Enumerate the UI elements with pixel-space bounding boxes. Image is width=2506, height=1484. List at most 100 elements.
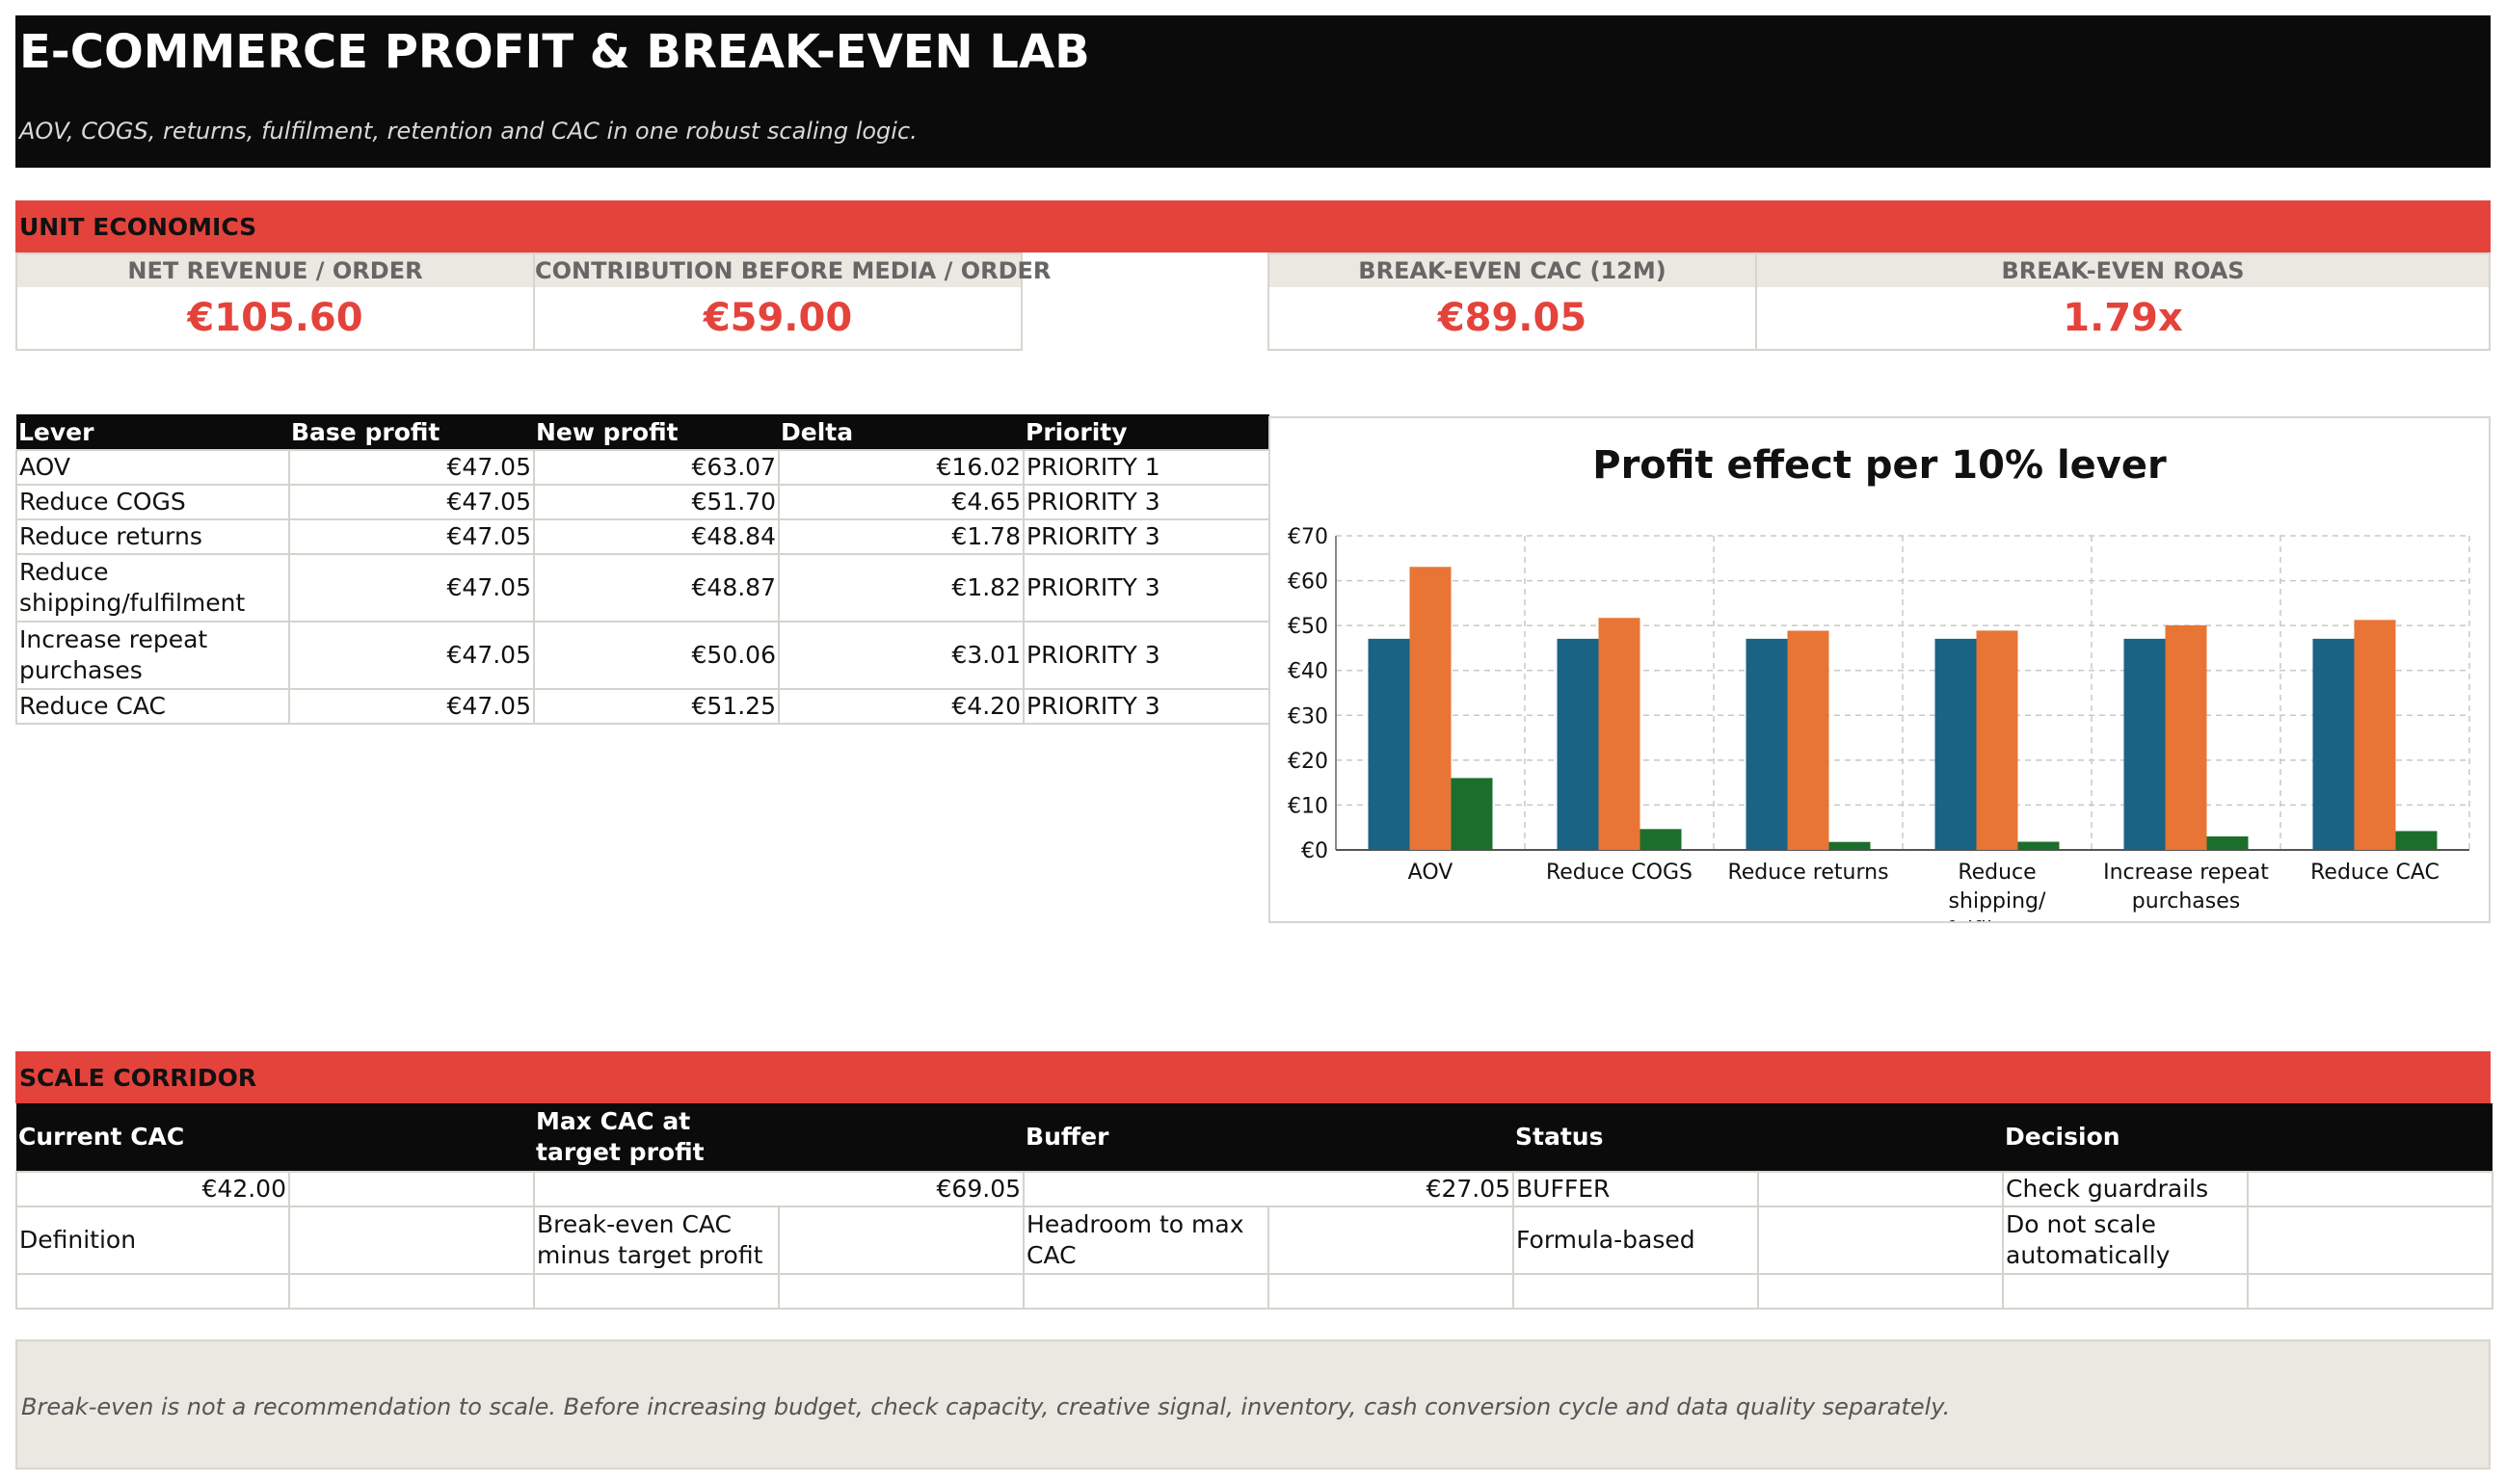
cell-priority[interactable]: PRIORITY 3 [1023,688,1270,725]
cell-decision-definition[interactable]: Do not scale automatically [2002,1206,2250,1275]
cell-status-definition[interactable]: Formula-based [1512,1206,1760,1275]
cell-empty[interactable] [1757,1273,2005,1310]
cell-lever[interactable]: AOV [15,449,290,486]
bar-series-2 [1976,630,2018,850]
profit-effect-chart: Profit effect per 10% lever €0 €10 €20 €30 €… [1268,416,2491,942]
table-row: Definition Break-even CAC minus target p… [15,1206,2494,1275]
bar-series-3 [1640,829,1682,850]
cell-empty[interactable] [287,1171,536,1207]
table-row: Reduce shipping/fulfilment €47.05 €48.87… [15,553,1270,623]
disclaimer-note: Break-even is not a recommendation to sc… [15,1339,2491,1470]
col-header-max-cac-label: Max CAC at target profit [536,1107,705,1166]
cell-max-cac-definition[interactable]: Break-even CAC minus target profit [533,1206,781,1275]
disclaimer-text: Break-even is not a recommendation to sc… [21,1393,1951,1420]
table-header-row: Current CAC Max CAC at target profit Buf… [16,1103,2493,1172]
scale-corridor-table: Current CAC Max CAC at target profit Buf… [15,1103,2494,1310]
kpi-break-even-cac: BREAK-EVEN CAC (12M) €89.05 [1267,252,1757,351]
cell-new-profit[interactable]: €51.70 [533,484,780,520]
kpi-net-revenue: NET REVENUE / ORDER €105.60 [15,252,535,351]
cell-buffer[interactable]: €27.05 [1023,1171,1515,1207]
cell-new-profit[interactable]: €63.07 [533,449,780,486]
section-scale-corridor: SCALE CORRIDOR [15,1051,2491,1103]
bar-series-1 [1746,638,1788,850]
col-header-buffer: Buffer [1024,1103,1514,1172]
cell-buffer-definition[interactable]: Headroom to max CAC [1023,1206,1270,1275]
table-row: Reduce CAC €47.05 €51.25 €4.20 PRIORITY … [15,688,1270,725]
kpi-contribution: CONTRIBUTION BEFORE MEDIA / ORDER €59.00 [533,252,1051,351]
cell-base-profit[interactable]: €47.05 [288,484,535,520]
table-row: €42.00 €69.05 €27.05 BUFFER Check guardr… [15,1171,2494,1207]
cell-empty[interactable] [533,1273,781,1310]
cell-definition[interactable]: Definition [15,1206,290,1275]
cell-priority[interactable]: PRIORITY 1 [1023,449,1270,486]
cell-new-profit[interactable]: €48.87 [533,553,780,623]
cell-priority[interactable]: PRIORITY 3 [1023,484,1270,520]
cell-delta[interactable]: €1.82 [778,553,1025,623]
cell-lever[interactable]: Reduce CAC [15,688,290,725]
cell-base-profit[interactable]: €47.05 [288,553,535,623]
cell-max-cac[interactable]: €69.05 [533,1171,1026,1207]
page-title: E-COMMERCE PROFIT & BREAK-EVEN LAB [19,25,1090,79]
cell-lever[interactable]: Reduce returns [15,518,290,555]
cell-priority[interactable]: PRIORITY 3 [1023,621,1270,690]
cell-empty[interactable] [1023,1273,1270,1310]
cell-empty[interactable] [2002,1273,2250,1310]
cell-decision[interactable]: Check guardrails [2002,1171,2250,1207]
cell-empty[interactable] [1267,1206,1515,1275]
bar-series-2 [2165,624,2207,850]
x-tick-label: purchases [2132,889,2240,914]
cell-empty[interactable] [778,1273,1026,1310]
cell-empty[interactable] [778,1206,1026,1275]
x-tick-label: Reduce CAC [2310,861,2439,885]
cell-empty[interactable] [1512,1273,1760,1310]
cell-status[interactable]: BUFFER [1512,1171,1760,1207]
cell-empty[interactable] [1267,1273,1515,1310]
cell-delta[interactable]: €3.01 [778,621,1025,690]
cell-delta[interactable]: €1.78 [778,518,1025,555]
x-tick-label: Reduce [1958,861,2036,885]
cell-empty[interactable] [2247,1273,2494,1310]
kpi-value: 1.79x [2063,296,2183,340]
cell-priority[interactable]: PRIORITY 3 [1023,553,1270,623]
kpi-label: BREAK-EVEN CAC (12M) [1269,254,1755,287]
y-tick-label: €60 [1288,570,1328,595]
cell-current-cac[interactable]: €42.00 [15,1171,290,1207]
cell-lever[interactable]: Increase repeat purchases [15,621,290,690]
table-row: Reduce returns €47.05 €48.84 €1.78 PRIOR… [15,518,1270,555]
x-tick-label: fulfilment [1946,918,2048,921]
cell-base-profit[interactable]: €47.05 [288,688,535,725]
kpi-label: BREAK-EVEN ROAS [1757,254,2489,287]
y-tick-label: €40 [1288,660,1328,684]
cell-empty[interactable] [1757,1171,2005,1207]
cell-delta[interactable]: €4.20 [778,688,1025,725]
x-tick-label: Reduce returns [1727,861,1888,885]
cell-base-profit[interactable]: €47.05 [288,449,535,486]
cell-delta[interactable]: €16.02 [778,449,1025,486]
bar-series-1 [1557,638,1599,850]
cell-empty[interactable] [2247,1206,2494,1275]
cell-empty[interactable] [1757,1206,2005,1275]
bar-series-3 [2017,841,2060,850]
y-tick-label: €30 [1288,704,1328,729]
bar-series-1 [2123,638,2166,850]
cell-empty[interactable] [15,1273,290,1310]
cell-empty[interactable] [287,1273,536,1310]
kpi-label: CONTRIBUTION BEFORE MEDIA / ORDER [535,254,1051,287]
cell-delta[interactable]: €4.65 [778,484,1025,520]
x-tick-label: AOV [1408,861,1453,885]
y-tick-label: €0 [1301,839,1328,863]
page-subtitle: AOV, COGS, returns, fulfilment, retentio… [19,118,918,145]
cell-new-profit[interactable]: €51.25 [533,688,780,725]
cell-empty[interactable] [2247,1171,2494,1207]
cell-lever[interactable]: Reduce COGS [15,484,290,520]
table-row: Reduce COGS €47.05 €51.70 €4.65 PRIORITY… [15,484,1270,520]
cell-new-profit[interactable]: €50.06 [533,621,780,690]
y-tick-label: €70 [1288,525,1328,549]
cell-lever[interactable]: Reduce shipping/fulfilment [15,553,290,623]
cell-empty[interactable] [287,1206,536,1275]
cell-base-profit[interactable]: €47.05 [288,518,535,555]
cell-new-profit[interactable]: €48.84 [533,518,780,555]
cell-priority[interactable]: PRIORITY 3 [1023,518,1270,555]
cell-base-profit[interactable]: €47.05 [288,621,535,690]
bar-series-3 [2395,831,2438,850]
